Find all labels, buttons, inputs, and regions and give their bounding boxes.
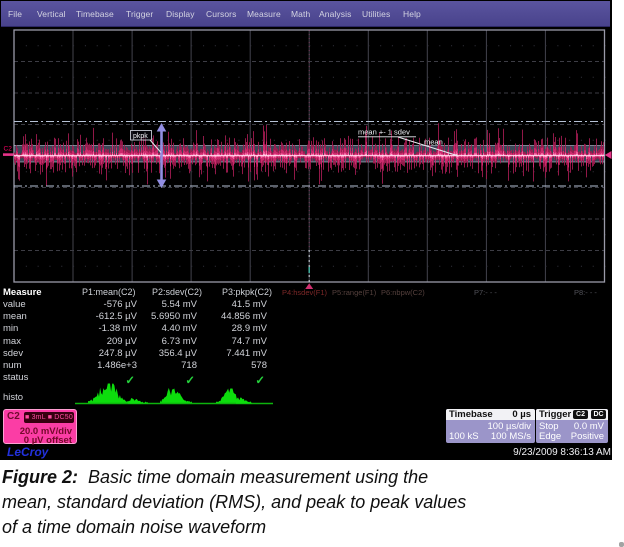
svg-text:pkpk: pkpk bbox=[133, 133, 148, 140]
svg-text:mean: mean bbox=[424, 138, 443, 147]
svg-text:mean +- 1 sdev: mean +- 1 sdev bbox=[358, 128, 410, 137]
svg-text:C2: C2 bbox=[4, 146, 13, 153]
